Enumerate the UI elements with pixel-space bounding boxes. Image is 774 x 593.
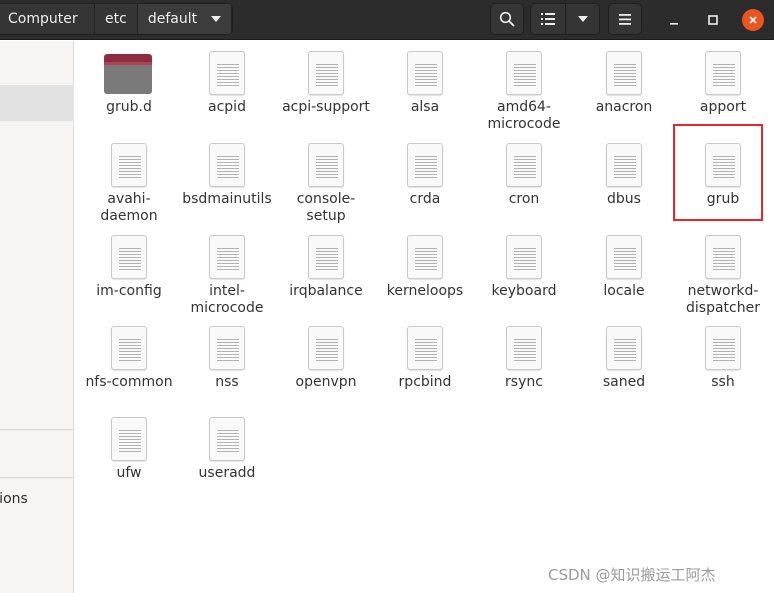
text-file-icon [406,50,444,96]
file-name-label: nfs-common [85,374,173,390]
text-file-icon [505,142,543,188]
file-icon-grid: grub.d acpid acpi-support alsa amd64-microco… [0,0,774,593]
file-name-label: rpcbind [398,374,452,390]
text-file-icon [208,142,246,188]
text-file-icon [406,325,444,371]
file-name-label: avahi-daemon [100,191,158,224]
text-file-icon [307,50,345,96]
text-file-icon [110,234,148,280]
file-name-label: acpi-support [282,99,370,115]
file-name-label: console-setup [296,191,356,224]
text-file-icon [208,50,246,96]
file-name-label: grub.d [106,99,152,115]
text-file-icon [406,142,444,188]
text-file-icon [110,325,148,371]
text-file-icon [605,50,643,96]
file-name-label: alsa [410,99,440,115]
text-file-icon [704,234,742,280]
file-name-label: acpid [208,99,246,115]
text-file-icon [605,142,643,188]
file-name-label: nss [215,374,239,390]
file-name-label: amd64-microcode [487,99,561,132]
text-file-icon [505,234,543,280]
file-name-label: intel-microcode [190,283,264,316]
file-name-label: kerneloops [386,283,464,299]
text-file-icon [110,416,148,462]
text-file-icon [406,234,444,280]
file-name-label: networkd-dispatcher [686,283,760,316]
file-name-label: locale [603,283,645,299]
file-name-label: im-config [96,283,162,299]
file-name-label: keyboard [491,283,557,299]
file-name-label: rsync [505,374,543,390]
file-name-label: dbus [607,191,641,207]
file-name-label: apport [699,99,747,115]
file-name-label: anacron [595,99,653,115]
file-name-label: useradd [198,465,256,481]
text-file-icon [307,325,345,371]
file-name-label: grub [706,191,740,207]
file-name-label: saned [602,374,646,390]
file-name-label: openvpn [295,374,357,390]
file-name-label: ssh [711,374,735,390]
file-name-label: irqbalance [289,283,363,299]
text-file-icon [505,50,543,96]
text-file-icon [704,325,742,371]
text-file-icon [208,416,246,462]
folder-icon [104,50,152,96]
file-name-label: ufw [116,465,142,481]
text-file-icon [704,50,742,96]
file-name-label: bsdmainutils [182,191,272,207]
file-name-label: crda [409,191,441,207]
text-file-icon [208,234,246,280]
text-file-icon [110,142,148,188]
text-file-icon [605,325,643,371]
file-name-label: cron [508,191,540,207]
text-file-icon [505,325,543,371]
text-file-icon [307,142,345,188]
text-file-icon [605,234,643,280]
text-file-icon [307,234,345,280]
text-file-icon [208,325,246,371]
text-file-icon [704,142,742,188]
watermark: CSDN @知识搬运工阿杰 [548,566,716,584]
